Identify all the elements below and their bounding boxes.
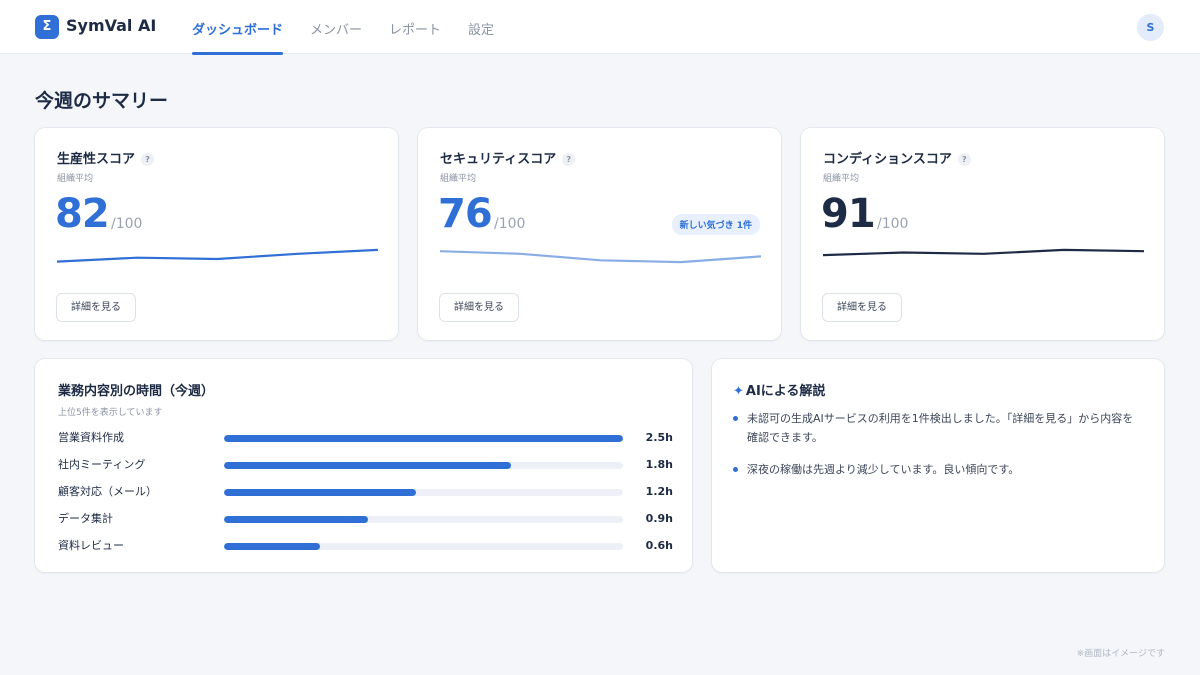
score-subtitle: 組織平均 (440, 174, 477, 184)
task-bar (224, 543, 320, 550)
productivity-score-card: 生産性スコア? 組織平均 82 /100 詳細を見る (35, 128, 398, 340)
trend-line (440, 251, 761, 262)
tab-reports[interactable]: レポート (389, 0, 441, 54)
task-time-subtitle: 上位5件を表示しています (58, 408, 163, 418)
task-label: データ集計 (58, 512, 113, 525)
details-button[interactable]: 詳細を見る (439, 293, 519, 322)
main-nav: ダッシュボード メンバー レポート 設定 (192, 0, 521, 55)
ai-point: 未認可の生成AIサービスの利用を1件検出しました。「詳細を見る」から内容を確認で… (733, 409, 1143, 447)
score-max: /100 (877, 216, 909, 232)
score-max: /100 (494, 216, 526, 232)
tab-members[interactable]: メンバー (310, 0, 362, 54)
task-bar-track (224, 543, 623, 550)
task-bar (224, 462, 512, 469)
score-card-title: 生産性スコア? (57, 148, 155, 167)
logo-icon: Σ (35, 15, 59, 39)
trend-sparkline (823, 242, 1144, 276)
details-button[interactable]: 詳細を見る (56, 293, 136, 322)
task-bar-track (224, 489, 623, 496)
task-bar-track (224, 462, 623, 469)
user-avatar[interactable]: S (1137, 14, 1164, 41)
ai-point-text: 未認可の生成AIサービスの利用を1件検出しました。「詳細を見る」から内容を確認で… (747, 412, 1134, 444)
task-row: 営業資料作成 2.5h (58, 429, 673, 447)
image-disclaimer: ※画面はイメージです (1076, 649, 1165, 659)
score-title-text: 生産性スコア (57, 152, 136, 167)
task-row: データ集計 0.9h (58, 510, 673, 528)
score-card-title: コンディションスコア? (823, 148, 971, 167)
task-label: 顧客対応（メール） (58, 485, 157, 498)
task-bar (224, 489, 416, 496)
ai-commentary-title: ✦ AIによる解説 (733, 380, 825, 399)
tab-dashboard[interactable]: ダッシュボード (192, 0, 284, 55)
task-value: 1.8h (645, 458, 673, 471)
task-value: 0.6h (645, 539, 673, 552)
task-value: 0.9h (645, 512, 673, 525)
tab-settings[interactable]: 設定 (468, 0, 494, 54)
task-value: 2.5h (645, 431, 673, 444)
trend-sparkline (57, 242, 378, 276)
task-bar-track (224, 435, 623, 442)
task-bar-track (224, 516, 623, 523)
trend-sparkline (440, 242, 761, 276)
task-label: 営業資料作成 (58, 431, 124, 444)
score-value: 91 (821, 191, 876, 237)
bullet-icon (733, 416, 738, 421)
security-score-card: セキュリティスコア? 組織平均 76 /100 新しい気づき 1件 詳細を見る (418, 128, 781, 340)
sparkle-icon: ✦ (733, 384, 744, 399)
help-icon[interactable]: ? (562, 153, 576, 166)
task-time-title: 業務内容別の時間（今週） (58, 384, 215, 399)
new-insight-badge[interactable]: 新しい気づき 1件 (671, 214, 760, 235)
page-title: 今週のサマリー (35, 90, 169, 112)
task-bar (224, 435, 623, 442)
score-card-title: セキュリティスコア? (440, 148, 576, 167)
score-max: /100 (111, 216, 143, 232)
score-value: 76 (438, 191, 493, 237)
top-bar: Σ SymVal AI ダッシュボード メンバー レポート 設定 S (0, 0, 1200, 55)
score-subtitle: 組織平均 (823, 174, 860, 184)
help-icon[interactable]: ? (141, 153, 155, 166)
task-row: 社内ミーティング 1.8h (58, 456, 673, 474)
trend-line (823, 250, 1144, 255)
task-row: 顧客対応（メール） 1.2h (58, 483, 673, 501)
score-title-text: コンディションスコア (823, 152, 952, 167)
ai-title-text: AIによる解説 (745, 384, 826, 399)
task-label: 資料レビュー (58, 539, 124, 552)
score-value: 82 (55, 191, 110, 237)
ai-point: 深夜の稼働は先週より減少しています。良い傾向です。 (733, 460, 1143, 479)
task-row: 資料レビュー 0.6h (58, 537, 673, 555)
app-name: SymVal AI (66, 16, 157, 35)
condition-score-card: コンディションスコア? 組織平均 91 /100 詳細を見る (801, 128, 1164, 340)
details-button[interactable]: 詳細を見る (822, 293, 902, 322)
score-title-text: セキュリティスコア (440, 152, 557, 167)
score-subtitle: 組織平均 (57, 174, 94, 184)
task-time-card: 業務内容別の時間（今週） 上位5件を表示しています 営業資料作成 2.5h 社内… (35, 359, 692, 572)
help-icon[interactable]: ? (957, 153, 971, 166)
task-bar (224, 516, 368, 523)
trend-line (57, 250, 378, 262)
task-value: 1.2h (645, 485, 673, 498)
ai-point-text: 深夜の稼働は先週より減少しています。良い傾向です。 (747, 463, 1020, 476)
bullet-icon (733, 467, 738, 472)
task-label: 社内ミーティング (58, 458, 146, 471)
ai-commentary-card: ✦ AIによる解説 未認可の生成AIサービスの利用を1件検出しました。「詳細を見る… (712, 359, 1164, 572)
